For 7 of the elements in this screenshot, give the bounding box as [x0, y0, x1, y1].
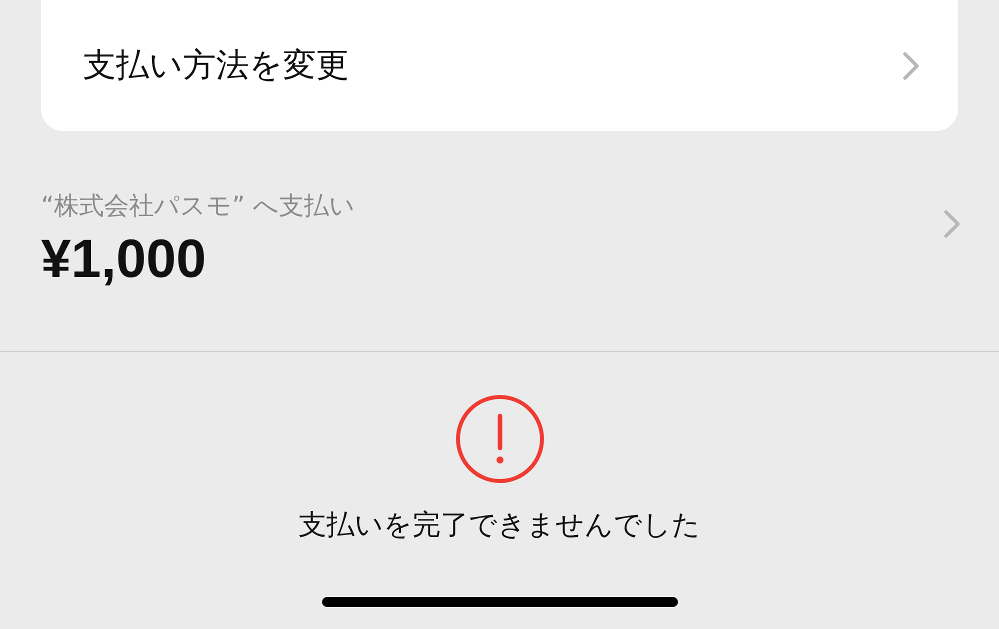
- chevron-icon: [943, 209, 961, 239]
- exclamation-circle-icon: [454, 394, 544, 484]
- status-message: 支払いを完了できませんでした: [298, 507, 700, 543]
- amount-text: ¥1,000: [41, 228, 208, 290]
- change-payment-method-button[interactable]: 支払い方法を変更: [41, 0, 958, 131]
- payee-label: “株式会社パスモ” へ支払い: [41, 190, 355, 222]
- chevron-icon: [902, 50, 920, 80]
